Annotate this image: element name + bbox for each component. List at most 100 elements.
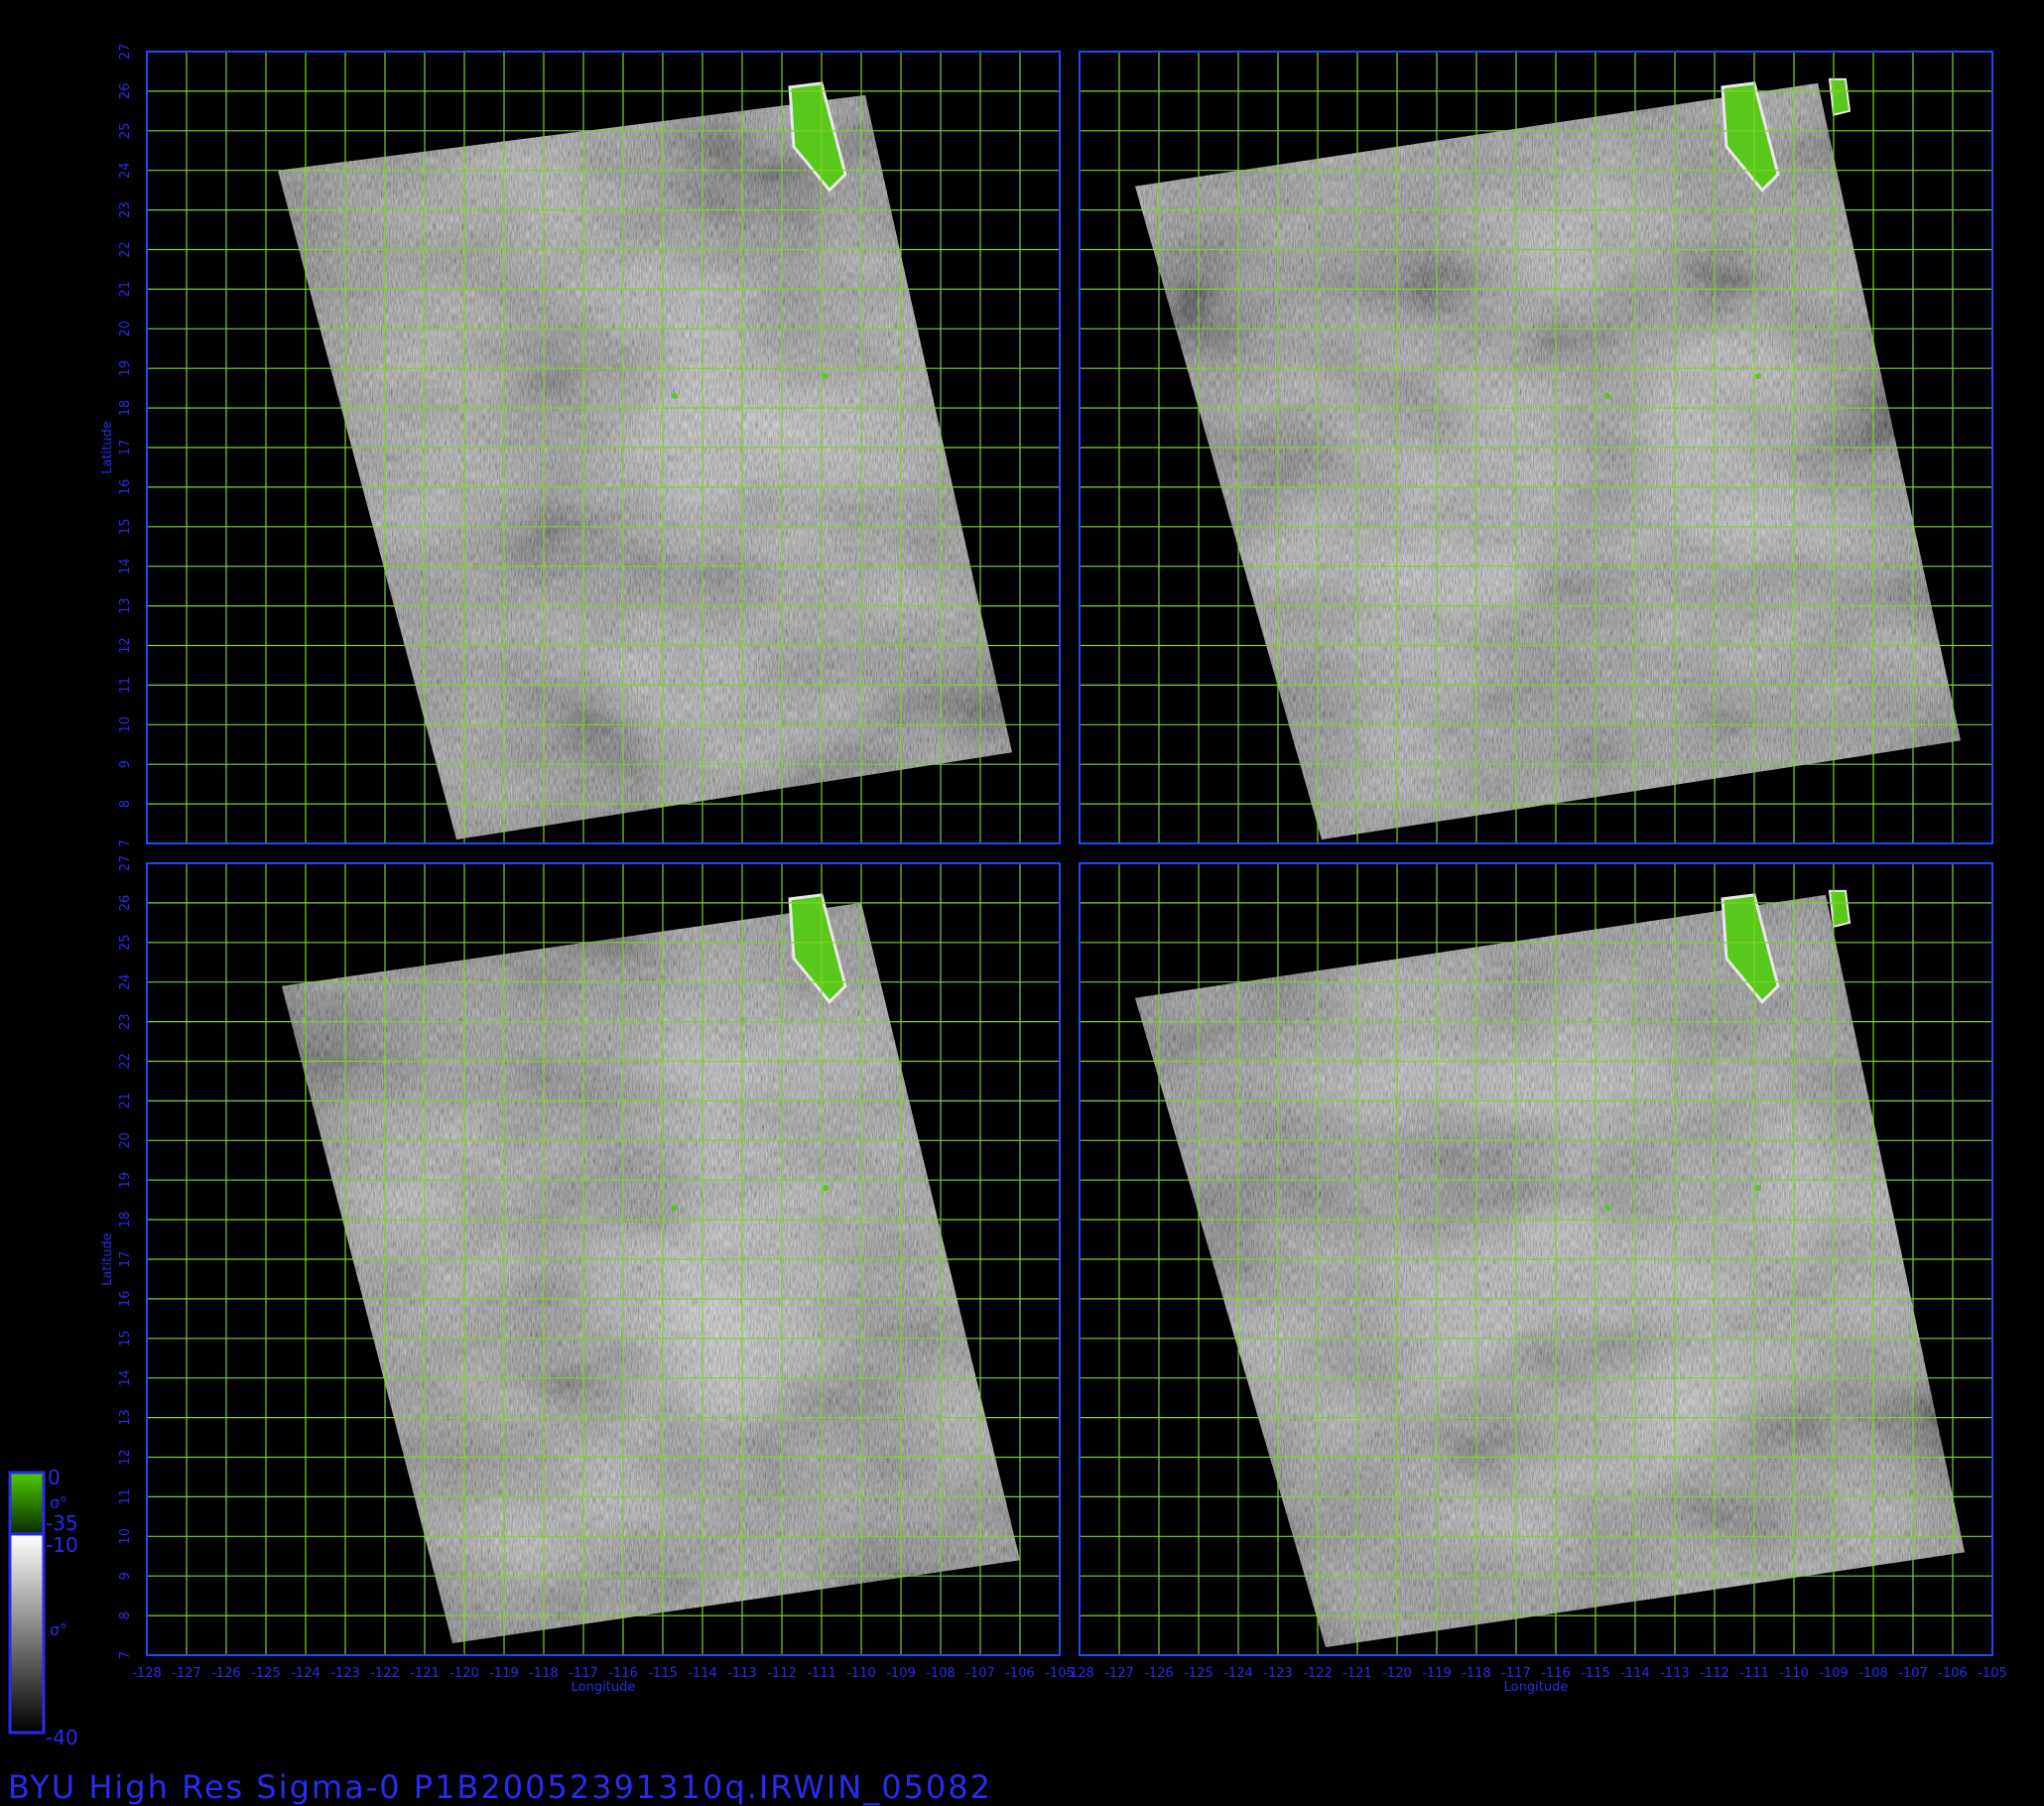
lon-tick-label: -114 [1620, 1666, 1650, 1681]
lat-tick-label: 20 [118, 321, 133, 337]
lat-tick-label: 12 [118, 1449, 133, 1466]
lat-tick-label: 25 [118, 123, 133, 140]
lat-tick-label: 24 [118, 973, 133, 990]
lon-tick-label: -106 [1938, 1666, 1968, 1681]
colorbar-ocean-top: -10 [46, 1533, 78, 1557]
sigma0-map-figure: 7 8 9 10 11 12 13 14 15 16 17 18 19 20 21 22 23 24 25 26 27 L… [8, 44, 2007, 1749]
lat-tick-label: 17 [118, 440, 133, 456]
lon-tick-label: -121 [410, 1666, 440, 1681]
lat-tick-label: 20 [118, 1132, 133, 1149]
lon-tick-label: -107 [1898, 1666, 1928, 1681]
lat-tick-label: 16 [118, 1291, 133, 1308]
lat-lon-grid [146, 51, 1061, 844]
lon-tick-label: -107 [965, 1666, 995, 1681]
lon-tick-label: -121 [1342, 1666, 1372, 1681]
lat-tick-label: 18 [118, 1212, 133, 1228]
lat-tick-label: 8 [118, 1612, 133, 1619]
lon-tick-label: -119 [489, 1666, 519, 1681]
lat-tick-label: 12 [118, 637, 133, 654]
lon-tick-label: -124 [1223, 1666, 1253, 1681]
lat-tick-label: 13 [118, 597, 133, 614]
longitude-axis-label: Longitude [1504, 1680, 1569, 1695]
mainland-mexico-land [1828, 889, 1852, 929]
lat-tick-label: 8 [118, 800, 133, 808]
lon-tick-label: -105 [1978, 1666, 2007, 1681]
lat-tick-label: 22 [118, 1053, 133, 1070]
lat-lon-grid [146, 862, 1061, 1656]
lon-tick-label: -118 [529, 1666, 559, 1681]
lon-tick-label: -122 [1303, 1666, 1333, 1681]
lon-tick-label: -117 [1501, 1666, 1531, 1681]
lat-tick-label: 10 [118, 1528, 133, 1545]
lon-tick-label: -128 [1065, 1666, 1094, 1681]
map-panel-bottom-right: -128 -127 -126 -125 -124 -123 -122 -121 -120 -119… [1065, 862, 2007, 1695]
lon-tick-label: -108 [926, 1666, 956, 1681]
lat-tick-label: 15 [118, 519, 133, 536]
lat-tick-label: 13 [118, 1409, 133, 1426]
colorbar-ocean-bottom: -40 [46, 1726, 78, 1749]
island-marker [823, 373, 829, 380]
map-panel-top-right [1079, 51, 1993, 844]
lat-tick-label: 11 [118, 677, 133, 694]
colorbar-land-gradient [8, 1471, 46, 1536]
lat-tick-label: 17 [118, 1251, 133, 1268]
lon-tick-label: -123 [1263, 1666, 1293, 1681]
lon-tick-label: -118 [1462, 1666, 1491, 1681]
lat-tick-label: 26 [118, 895, 133, 912]
lon-tick-label: -126 [1144, 1666, 1174, 1681]
lon-tick-label: -112 [1700, 1666, 1729, 1681]
lon-tick-label: -116 [608, 1666, 638, 1681]
lon-tick-label: -113 [727, 1666, 757, 1681]
lon-tick-label: -106 [1005, 1666, 1035, 1681]
lat-tick-label: 9 [118, 760, 133, 768]
lat-tick-label: 21 [118, 281, 133, 298]
lon-tick-label: -110 [846, 1666, 876, 1681]
lon-tick-label: -122 [370, 1666, 400, 1681]
lat-tick-label: 14 [118, 558, 133, 575]
lat-tick-label: 26 [118, 83, 133, 100]
lon-tick-label: -117 [569, 1666, 598, 1681]
island-marker [1604, 1205, 1610, 1212]
lat-tick-label: 21 [118, 1093, 133, 1109]
mainland-mexico-land [1828, 77, 1852, 117]
island-marker [672, 1205, 678, 1212]
lat-tick-label: 14 [118, 1369, 133, 1386]
lon-tick-label: -123 [330, 1666, 360, 1681]
lon-tick-label: -128 [132, 1666, 162, 1681]
lat-tick-label: 7 [118, 1651, 133, 1659]
figure-title: BYU High Res Sigma-0 P1B20052391310q.IRW… [8, 1768, 992, 1806]
lon-tick-label: -127 [172, 1666, 201, 1681]
lon-tick-label: -111 [1739, 1666, 1769, 1681]
latitude-axis-label: Latitude [100, 421, 115, 474]
lon-tick-label: -111 [807, 1666, 836, 1681]
map-panel-top-left: 7 8 9 10 11 12 13 14 15 16 17 18 19 20 21 22 23 24 25 26 27 L… [100, 44, 1061, 847]
lon-tick-label: -109 [886, 1666, 916, 1681]
lon-tick-label: -113 [1660, 1666, 1690, 1681]
lon-tick-label: -112 [767, 1666, 797, 1681]
lat-tick-label: 19 [118, 360, 133, 377]
island-marker [672, 393, 678, 400]
lat-tick-label: 23 [118, 1013, 133, 1030]
lon-tick-label: -125 [251, 1666, 281, 1681]
lon-tick-label: -115 [648, 1666, 678, 1681]
colorbar-ocean-symbol: σ° [50, 1620, 67, 1639]
island-marker [1604, 393, 1610, 400]
island-marker [1755, 373, 1761, 380]
lat-tick-label: 23 [118, 201, 133, 218]
lon-tick-label: -116 [1541, 1666, 1571, 1681]
lat-tick-label: 18 [118, 400, 133, 417]
lon-tick-label: -127 [1104, 1666, 1134, 1681]
lat-lon-grid [1079, 862, 1993, 1656]
lon-tick-label: -114 [688, 1666, 717, 1681]
colorbar-land-bottom: -35 [46, 1511, 78, 1535]
lat-tick-label: 16 [118, 479, 133, 496]
lat-tick-label: 11 [118, 1488, 133, 1505]
lat-tick-label: 9 [118, 1572, 133, 1580]
lon-tick-label: -120 [449, 1666, 479, 1681]
map-panel-bottom-left: 7 8 9 10 11 12 13 14 15 16 17 18 19 20 21 22 23 24 25 26 27 L… [100, 855, 1075, 1695]
lon-tick-label: -108 [1858, 1666, 1888, 1681]
lon-tick-label: -124 [291, 1666, 320, 1681]
lat-tick-label: 19 [118, 1172, 133, 1189]
lat-tick-label: 7 [118, 839, 133, 847]
lon-tick-label: -110 [1779, 1666, 1809, 1681]
